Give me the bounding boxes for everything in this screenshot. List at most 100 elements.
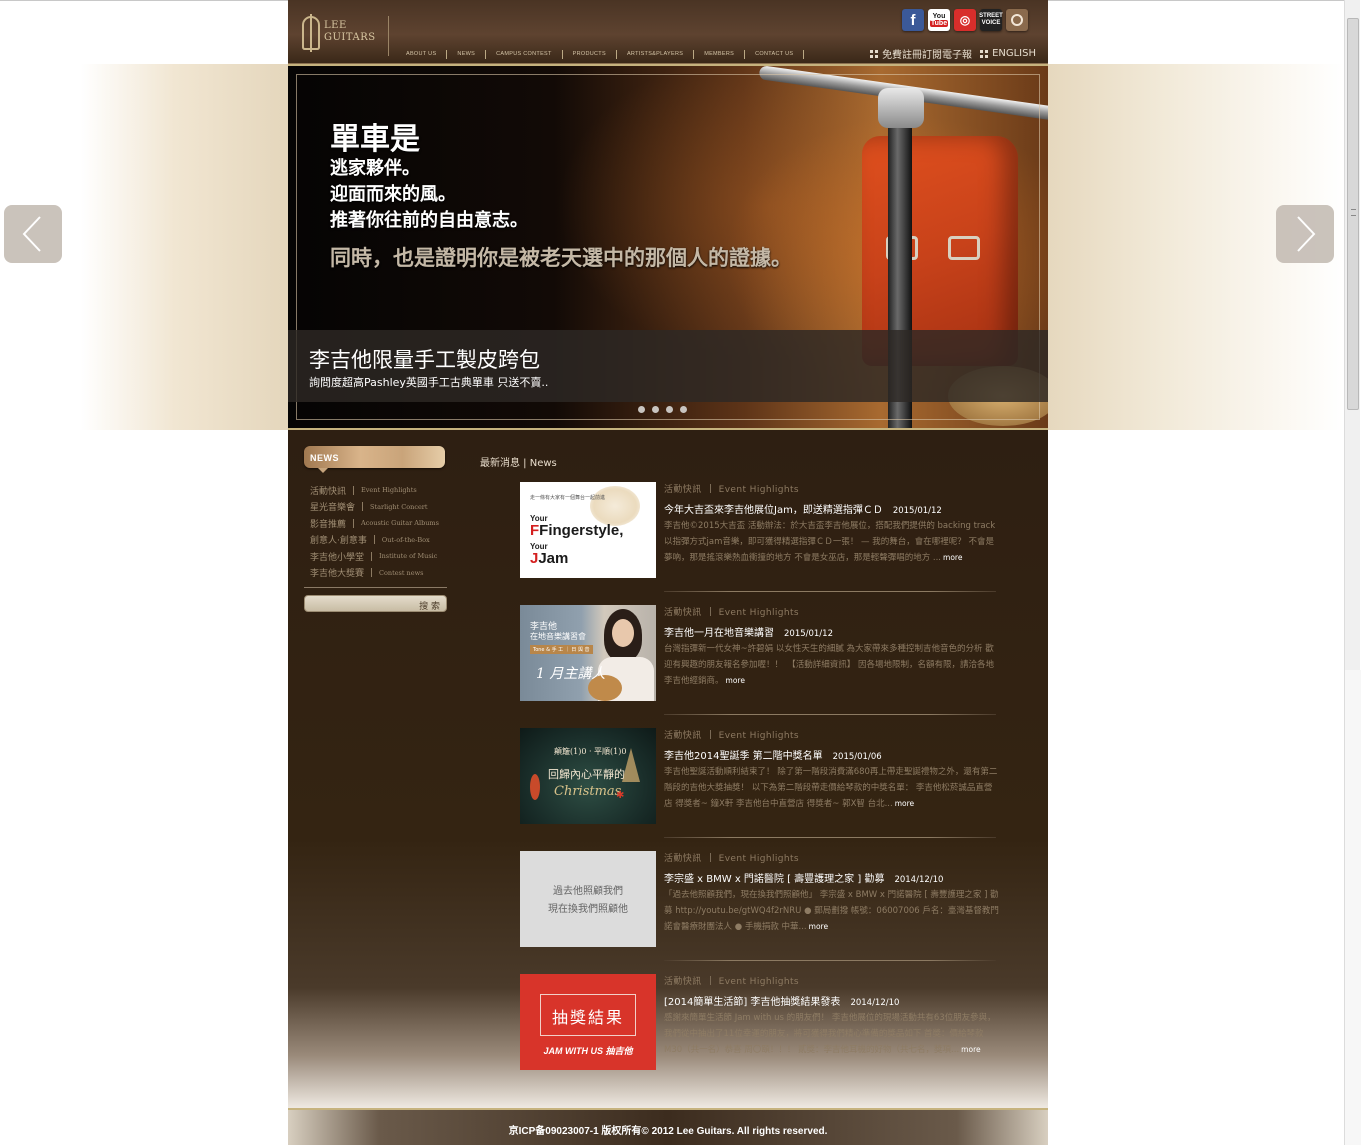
- news-category-en: Event Highlights: [718, 608, 799, 618]
- thumb-text: 回歸內心平靜的: [548, 768, 625, 781]
- read-more-link[interactable]: more: [943, 553, 962, 562]
- thumb-text: 走一條有大家有一個舞台一起前進: [530, 495, 606, 501]
- streetvoice-icon[interactable]: STREET VOICE: [979, 9, 1003, 31]
- news-title[interactable]: 李吉他2014聖誕季 第二階中獎名單 2015/01/06: [664, 747, 882, 762]
- streetvoice-label: STREET VOICE: [979, 13, 1003, 26]
- thumb-text: Jam: [538, 550, 569, 567]
- thumb-text: JJam: [530, 550, 569, 567]
- divider: [353, 518, 355, 528]
- sidebar-item-contest-news[interactable]: 李吉他大獎賽 Contest news: [310, 565, 450, 582]
- news-category: 活動快訊 Event Highlights: [664, 974, 799, 987]
- banner-headline: 單車是: [330, 122, 420, 157]
- banner-caption-subtitle: 詢問度超高Pashley英國手工古典單車 只送不賣..: [309, 376, 549, 389]
- lee-guitars-logo[interactable]: LEE GUITARS: [300, 14, 390, 54]
- instagram-icon[interactable]: [1006, 9, 1028, 31]
- slide-dot[interactable]: [638, 406, 645, 413]
- news-item: 李吉他 在地音樂講習會 Tone & 手 工 ｜ 日 與 音 1 月主講人 活動…: [520, 605, 1000, 721]
- news-item: 走一條有大家有一個舞台一起前進 Your FFingerstyle, Your …: [520, 482, 1000, 598]
- news-thumbnail[interactable]: 抽獎結果 JAM WITH US 抽吉他: [520, 974, 656, 1070]
- news-title-text: 李宗盛 x BMW x 門諾醫院 [ 壽豐護理之家 ] 勸募: [664, 874, 885, 885]
- news-thumbnail[interactable]: 顛簸(1)0 · 平順(1)0 回歸內心平靜的 Christmas ✱: [520, 728, 656, 824]
- news-thumbnail[interactable]: 走一條有大家有一個舞台一起前進 Your FFingerstyle, Your …: [520, 482, 656, 578]
- news-date: 2014/12/10: [850, 998, 900, 1008]
- news-heading: 最新消息 | News: [480, 458, 557, 469]
- nav-artists-players[interactable]: ARTISTS&PLAYERS: [617, 51, 693, 57]
- thumb-text: 過去他照顧我們 現在換我們照顧他: [520, 883, 656, 919]
- read-more-link[interactable]: more: [726, 676, 745, 685]
- news-title-text: 李吉他一月在地音樂講習: [664, 628, 774, 639]
- nav-products[interactable]: PRODUCTS: [563, 51, 616, 57]
- news-item: 抽獎結果 JAM WITH US 抽吉他 活動快訊 Event Highlight…: [520, 974, 1000, 1090]
- news-category: 活動快訊 Event Highlights: [664, 728, 799, 741]
- thumb-text: 1 月主講人: [536, 666, 606, 682]
- sidebar-item-label: 星光音樂會: [310, 503, 356, 514]
- sidebar-item-label-en: Starlight Concert: [370, 502, 428, 511]
- sidebar-item-institute-of-music[interactable]: 李吉他小學堂 Institute of Music: [310, 548, 450, 565]
- news-excerpt: 感謝來簡單生活節 Jam with us 的朋友們！ 李吉他展位的現場活動共有6…: [664, 1010, 1000, 1058]
- divider: [709, 853, 711, 862]
- thumb-text-line: 過去他照顧我們: [553, 886, 623, 897]
- news-title[interactable]: [2014簡單生活節] 李吉他抽獎結果發表 2014/12/10: [664, 993, 899, 1008]
- news-category-en: Event Highlights: [718, 731, 799, 741]
- news-thumbnail[interactable]: 過去他照顧我們 現在換我們照顧他: [520, 851, 656, 947]
- slide-dot[interactable]: [666, 406, 673, 413]
- scrollbar-track: [1345, 670, 1361, 1145]
- read-more-link[interactable]: more: [895, 799, 914, 808]
- news-item: 過去他照顧我們 現在換我們照顧他 活動快訊 Event Highlights 李宗盛…: [520, 851, 1000, 967]
- search-button[interactable]: 搜 索: [419, 599, 440, 612]
- scrollbar-thumb[interactable]: [1347, 18, 1359, 410]
- nav-contact-us[interactable]: CONTACT US: [745, 51, 803, 57]
- news-category-zh: 活動快訊: [664, 854, 702, 864]
- subscribe-link[interactable]: 免費註冊訂閱電子報: [882, 46, 972, 61]
- news-divider: [664, 837, 996, 838]
- news-category-en: Event Highlights: [718, 977, 799, 987]
- news-excerpt-text: 台灣指彈新一代女神~許碧娟 以女性天生的細膩 為大家帶來多種控制吉他音色的分析 …: [664, 644, 994, 686]
- hero-banner[interactable]: 單車是 逃家夥伴。 迎面而來的風。 推著你往前的自由意志。 同時，也是證明你是被…: [288, 64, 1048, 430]
- nav-campus-contest[interactable]: CAMPUS CONTEST: [486, 51, 562, 57]
- news-excerpt-text: 感謝來簡單生活節 Jam with us 的朋友們！ 李吉他展位的現場活動共有6…: [664, 1013, 996, 1055]
- sidebar-item-out-of-the-box[interactable]: 創意人‧創意事 Out-of-the-Box: [310, 532, 450, 549]
- nav-members[interactable]: MEMBERS: [694, 51, 744, 57]
- news-category-en: Event Highlights: [718, 485, 799, 495]
- news-thumbnail[interactable]: 李吉他 在地音樂講習會 Tone & 手 工 ｜ 日 與 音 1 月主講人: [520, 605, 656, 701]
- news-title[interactable]: 李宗盛 x BMW x 門諾醫院 [ 壽豐護理之家 ] 勸募 2014/12/10: [664, 870, 943, 885]
- youtube-icon[interactable]: You Tube: [928, 9, 950, 31]
- news-category: 活動快訊 Event Highlights: [664, 482, 799, 495]
- banner-caption-title[interactable]: 李吉他限量手工製皮跨包: [309, 344, 540, 374]
- news-excerpt-text: 「過去他照顧我們，現在換我們照顧他」 李宗盛 x BMW x 門諾醫院 [ 壽豐…: [664, 890, 999, 932]
- slide-dot[interactable]: [652, 406, 659, 413]
- sidebar-item-event-highlights[interactable]: 活動快訊 Event Highlights: [310, 482, 450, 499]
- ornament-icon: ✱: [616, 790, 625, 801]
- search-input[interactable]: 搜 索: [304, 595, 447, 612]
- sidebar-item-acoustic-albums[interactable]: 影音推薦 Acoustic Guitar Albums: [310, 515, 450, 532]
- news-divider: [664, 591, 996, 592]
- thumb-text: 顛簸(1)0 · 平順(1)0: [554, 747, 627, 756]
- read-more-link[interactable]: more: [961, 1045, 980, 1054]
- nav-news[interactable]: NEWS: [447, 51, 485, 57]
- read-more-link[interactable]: more: [809, 922, 828, 931]
- news-category-zh: 活動快訊: [664, 731, 702, 741]
- slide-dots: [638, 406, 687, 413]
- page-scrollbar[interactable]: [1344, 0, 1361, 1145]
- weibo-icon[interactable]: ◎: [954, 9, 976, 31]
- thumb-text: 抽獎結果: [551, 1008, 624, 1027]
- prev-slide-button[interactable]: [4, 205, 62, 263]
- news-title-text: 李吉他2014聖誕季 第二階中獎名單: [664, 751, 823, 762]
- divider: [371, 568, 373, 578]
- facebook-icon[interactable]: f: [902, 9, 924, 31]
- slide-dot[interactable]: [680, 406, 687, 413]
- english-link[interactable]: ENGLISH: [992, 48, 1036, 59]
- news-section-tab[interactable]: NEWS: [304, 446, 445, 473]
- content-area: NEWS 活動快訊 Event Highlights 星光音樂會 Starlight…: [288, 430, 1048, 1110]
- sidebar-item-starlight-concert[interactable]: 星光音樂會 Starlight Concert: [310, 499, 450, 516]
- news-title[interactable]: 今年大吉盃來李吉他展位Jam，即送精選指彈ＣＤ 2015/01/12: [664, 501, 942, 516]
- news-title[interactable]: 李吉他一月在地音樂講習 2015/01/12: [664, 624, 833, 639]
- nav-about-us[interactable]: ABOUT US: [396, 51, 446, 57]
- logo-text-line1: LEE: [324, 20, 347, 31]
- news-date: 2015/01/12: [784, 629, 833, 639]
- youtube-label-tube: Tube: [929, 20, 949, 27]
- performer-face: [612, 619, 634, 647]
- next-slide-button[interactable]: [1276, 205, 1334, 263]
- banner-caption: 李吉他限量手工製皮跨包 詢問度超高Pashley英國手工古典單車 只送不賣..: [288, 330, 1048, 402]
- sidebar-item-label: 李吉他小學堂: [310, 552, 365, 563]
